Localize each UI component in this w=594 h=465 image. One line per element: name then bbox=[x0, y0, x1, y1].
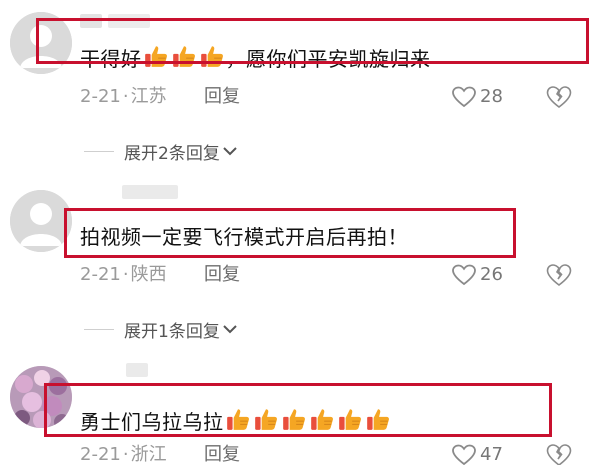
comment-meta-date: 2-21 · 江苏 bbox=[80, 85, 167, 109]
expand-replies-button[interactable]: 展开2条回复 bbox=[84, 139, 238, 164]
reply-button[interactable]: 回复 bbox=[204, 443, 240, 465]
highlight-box bbox=[44, 383, 552, 437]
like-button[interactable]: 26 bbox=[452, 263, 503, 287]
reply-button[interactable]: 回复 bbox=[204, 263, 240, 287]
broken-heart-icon[interactable] bbox=[546, 85, 572, 109]
meta-separator: · bbox=[122, 264, 129, 285]
avatar[interactable] bbox=[10, 190, 72, 252]
heart-outline-icon bbox=[452, 264, 476, 286]
expand-replies-button[interactable]: 展开1条回复 bbox=[84, 317, 238, 342]
comment-list: 干得好 ，愿你们平安凯旋归来 2-21 · 江苏 回复 28 展开2条回复 拍视… bbox=[0, 0, 594, 465]
heart-outline-icon bbox=[452, 86, 476, 108]
broken-heart-icon[interactable] bbox=[546, 263, 572, 287]
comment-meta-date: 2-21 · 浙江 bbox=[80, 443, 167, 465]
comment-meta: 2-21 · 江苏 回复 28 bbox=[80, 85, 594, 109]
comment-date: 2-21 bbox=[80, 444, 121, 465]
comment-date: 2-21 bbox=[80, 264, 121, 285]
comment-location: 浙江 bbox=[130, 444, 167, 465]
expand-replies-label: 展开2条回复 bbox=[124, 143, 220, 164]
like-button[interactable]: 28 bbox=[452, 85, 503, 109]
broken-heart-icon[interactable] bbox=[546, 443, 572, 465]
divider-line bbox=[84, 150, 114, 152]
comment-location: 江苏 bbox=[130, 86, 167, 107]
like-count: 26 bbox=[480, 264, 503, 285]
comment-meta-date: 2-21 · 陕西 bbox=[80, 263, 167, 287]
comment-date: 2-21 bbox=[80, 86, 121, 107]
comment-meta: 2-21 · 浙江 回复 47 bbox=[80, 443, 594, 465]
comment-location: 陕西 bbox=[130, 264, 167, 285]
chevron-down-icon bbox=[223, 147, 237, 156]
username-redacted[interactable] bbox=[122, 185, 178, 199]
chevron-down-icon bbox=[223, 325, 237, 334]
heart-outline-icon bbox=[452, 444, 476, 465]
highlight-box bbox=[64, 208, 516, 258]
like-button[interactable]: 47 bbox=[452, 443, 503, 465]
expand-replies-label: 展开1条回复 bbox=[124, 321, 220, 342]
like-count: 47 bbox=[480, 444, 503, 465]
default-avatar-icon bbox=[10, 190, 72, 252]
highlight-box bbox=[36, 18, 589, 64]
like-count: 28 bbox=[480, 86, 503, 107]
meta-separator: · bbox=[122, 86, 129, 107]
divider-line bbox=[84, 328, 114, 330]
comment-meta: 2-21 · 陕西 回复 26 bbox=[80, 263, 594, 287]
username-redacted[interactable] bbox=[126, 363, 148, 377]
reply-button[interactable]: 回复 bbox=[204, 85, 240, 109]
meta-separator: · bbox=[122, 444, 129, 465]
